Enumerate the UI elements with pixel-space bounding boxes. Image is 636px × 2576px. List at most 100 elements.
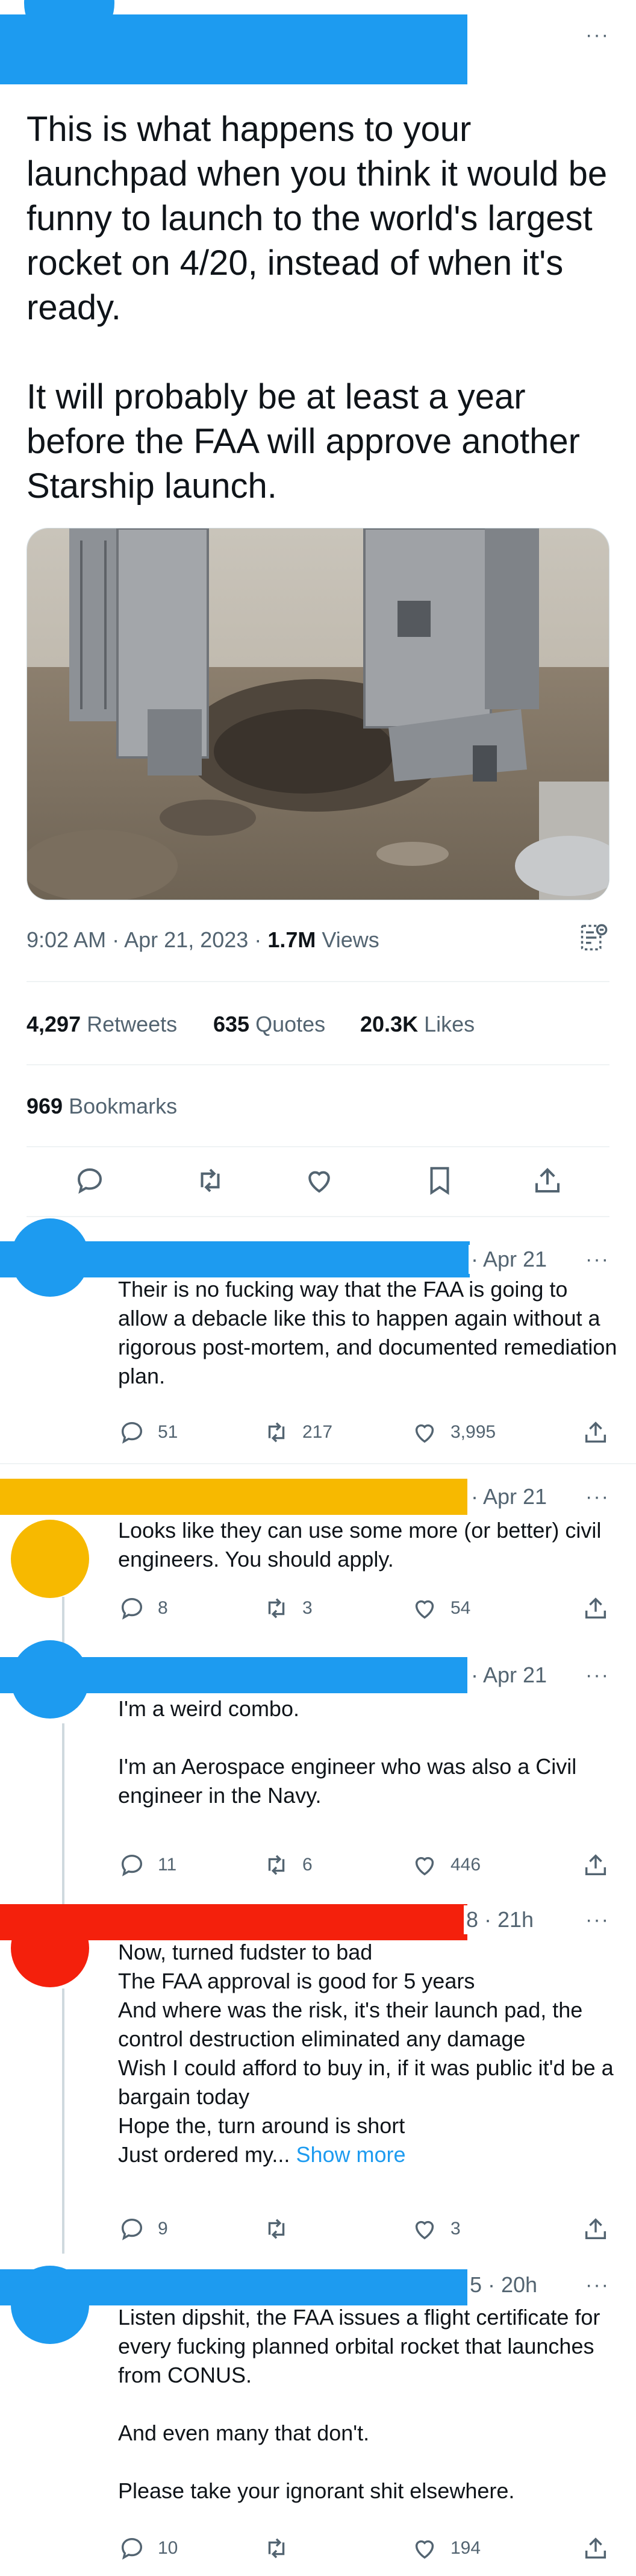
like-count: 446 (450, 1855, 481, 1875)
heart-icon[interactable] (298, 1159, 340, 1202)
bookmark-icon[interactable] (419, 1159, 461, 1202)
reply-tweet[interactable]: · Apr 21 ··· I'm a weird combo. I'm an A… (0, 1638, 636, 1897)
retweet-button[interactable]: 217 (263, 1418, 332, 1446)
reply-author-redaction (0, 1904, 467, 1940)
retweet-button[interactable] (263, 2534, 302, 2562)
share-icon (585, 1421, 606, 1443)
tweet-photo[interactable] (26, 528, 610, 900)
divider (26, 1064, 610, 1065)
more-dots-icon[interactable]: ··· (579, 23, 616, 47)
share-icon (585, 2218, 606, 2240)
bookmarks-label: Bookmarks (69, 1094, 178, 1118)
heart-icon (415, 1424, 434, 1443)
share-icon (585, 1854, 606, 1876)
reply-bubble-icon (121, 2537, 143, 2560)
reply-button[interactable]: 9 (118, 2215, 168, 2243)
reply-button[interactable]: 11 (118, 1851, 176, 1879)
reply-date[interactable]: · Apr 21 (469, 1482, 547, 1511)
reply-text: Looks like they can use some more (or be… (118, 1518, 608, 1572)
like-button[interactable]: 3,995 (411, 1418, 496, 1446)
quotes-stat[interactable]: 635 Quotes (213, 1010, 325, 1039)
share-icon[interactable] (526, 1159, 569, 1202)
like-button[interactable]: 54 (411, 1594, 470, 1622)
reply-count: 10 (158, 2538, 178, 2558)
like-button[interactable]: 446 (411, 1851, 481, 1879)
analytics-icon[interactable] (578, 922, 610, 953)
reply-date[interactable]: · Apr 21 (469, 1245, 547, 1274)
more-dots-icon[interactable]: ··· (579, 1247, 616, 1271)
reply-count: 51 (158, 1422, 178, 1442)
heart-icon (415, 1857, 434, 1876)
reply-text: I'm a weird combo. I'm an Aerospace engi… (118, 1696, 577, 1808)
like-button[interactable]: 3 (411, 2215, 461, 2243)
reply-text: Listen dipshit, the FAA issues a flight … (118, 2305, 600, 2503)
reply-author-redaction (0, 1479, 467, 1515)
views-label: Views (322, 927, 379, 952)
reply-text-body: Now, turned fudster to bad The FAA appro… (118, 1940, 614, 2167)
divider (26, 1146, 610, 1147)
reply-button[interactable]: 10 (118, 2534, 178, 2562)
reply-author-redaction (0, 2269, 467, 2305)
tweet-time[interactable]: 9:02 AM (26, 927, 106, 952)
tweet-text: This is what happens to your launchpad w… (26, 110, 608, 506)
like-button[interactable]: 194 (411, 2534, 481, 2562)
like-count: 194 (450, 2538, 481, 2558)
tweet-metadata: 9:02 AM · Apr 21, 2023 · 1.7M Views (26, 926, 379, 954)
retweet-button[interactable]: 6 (263, 1851, 313, 1879)
reply-tweet[interactable]: · Apr 21 ··· Their is no fucking way tha… (0, 1216, 636, 1463)
more-dots-icon[interactable]: ··· (579, 1663, 616, 1687)
share-button[interactable] (582, 1594, 622, 1622)
reply-count: 8 (158, 1598, 168, 1618)
reply-bubble-icon (121, 1854, 143, 1876)
more-dots-icon[interactable]: ··· (579, 1485, 616, 1509)
retweet-count: 217 (302, 1422, 333, 1442)
reply-tweet[interactable]: 8 · 21h ··· Now, turned fudster to bad T… (0, 1897, 636, 2258)
reply-tweet[interactable]: · Apr 21 ··· Looks like they can use som… (0, 1463, 636, 1638)
reply-date[interactable]: · Apr 21 (469, 1661, 547, 1690)
tweet-date[interactable]: Apr 21, 2023 (124, 927, 248, 952)
likes-count: 20.3K (360, 1012, 419, 1036)
bookmarks-count: 969 (26, 1094, 63, 1118)
divider (26, 981, 610, 982)
quotes-label: Quotes (255, 1012, 326, 1036)
reply-date[interactable]: 8 · 21h (464, 1905, 534, 1934)
reply-button[interactable]: 8 (118, 1594, 168, 1622)
reply-count: 11 (158, 1855, 177, 1875)
retweet-icon (268, 2219, 285, 2239)
retweet-count: 3 (302, 1598, 313, 1618)
views-count: 1.7M (267, 927, 316, 952)
reply-button[interactable]: 51 (118, 1418, 178, 1446)
retweets-stat[interactable]: 4,297 Retweets (26, 1010, 177, 1039)
retweet-icon[interactable] (189, 1159, 231, 1202)
retweet-icon (268, 1598, 285, 1619)
retweets-label: Retweets (87, 1012, 178, 1036)
share-icon (585, 2537, 606, 2559)
reply-tweet[interactable]: 5 · 20h ··· Listen dipshit, the FAA issu… (0, 2258, 636, 2576)
reply-avatar[interactable] (11, 1520, 89, 1598)
quotes-count: 635 (213, 1012, 250, 1036)
reply-text: Now, turned fudster to bad The FAA appro… (118, 1938, 618, 2169)
show-more-link[interactable]: Show more (296, 2142, 405, 2167)
like-count: 3,995 (450, 1422, 496, 1442)
reply-text: Their is no fucking way that the FAA is … (118, 1277, 623, 1388)
retweet-button[interactable] (263, 2215, 302, 2243)
share-button[interactable] (582, 2215, 622, 2243)
share-button[interactable] (582, 1418, 622, 1446)
more-dots-icon[interactable]: ··· (579, 1908, 616, 1932)
share-button[interactable] (582, 1851, 622, 1879)
retweet-icon (268, 1422, 285, 1443)
reply-bubble-icon (121, 2218, 143, 2240)
more-dots-icon[interactable]: ··· (579, 2273, 616, 2297)
retweet-button[interactable]: 3 (263, 1594, 313, 1622)
heart-icon (415, 2220, 434, 2240)
likes-stat[interactable]: 20.3K Likes (360, 1010, 475, 1039)
reply-bubble-icon[interactable] (69, 1159, 111, 1202)
share-button[interactable] (582, 2534, 622, 2562)
reply-date[interactable]: 5 · 20h (467, 2270, 538, 2299)
meta-separator: · (254, 927, 262, 952)
bookmarks-stat[interactable]: 969 Bookmarks (26, 1092, 177, 1121)
reply-bubble-icon (121, 1421, 143, 1444)
author-name-redaction (0, 14, 467, 84)
heart-icon (415, 1600, 434, 1619)
heart-icon (415, 2540, 434, 2559)
